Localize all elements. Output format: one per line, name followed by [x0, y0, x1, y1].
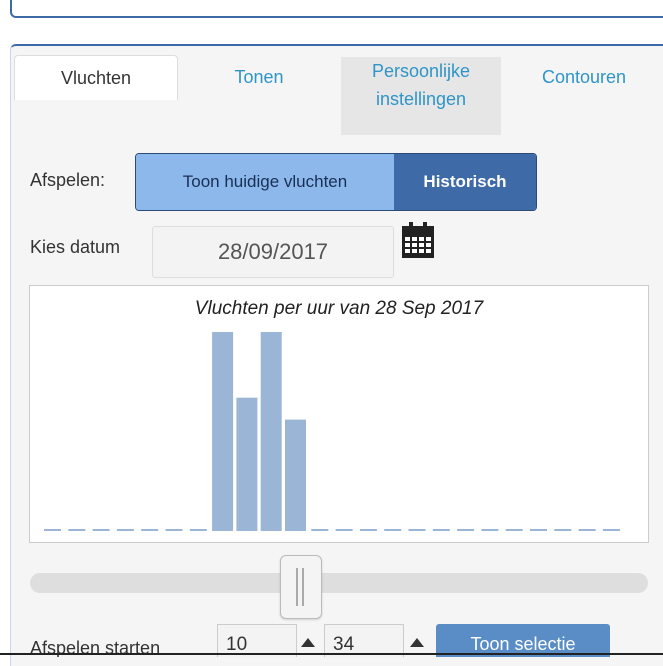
chart-bar-empty	[602, 529, 620, 531]
historic-button[interactable]: Historisch	[394, 154, 536, 210]
chart-bar-empty	[165, 529, 183, 531]
calendar-icon[interactable]	[401, 222, 435, 258]
tab-vluchten[interactable]: Vluchten	[14, 55, 178, 100]
chart-bar-empty	[578, 529, 596, 531]
current-flights-button[interactable]: Toon huidige vluchten	[136, 154, 394, 210]
time-slider-track[interactable]	[30, 573, 648, 593]
chart-bar-empty	[384, 529, 402, 531]
bottom-divider	[0, 653, 663, 655]
minute-up-icon[interactable]	[410, 638, 424, 647]
tab-tonen[interactable]: Tonen	[204, 63, 314, 91]
chart-bar-empty	[554, 529, 572, 531]
chart-bar	[236, 397, 258, 531]
chart-bar-empty	[189, 529, 207, 531]
tab-bar: Vluchten Tonen Persoonlijke instellingen…	[14, 55, 654, 135]
top-panel	[10, 0, 663, 18]
time-slider-handle[interactable]	[280, 555, 322, 619]
hour-up-icon[interactable]	[301, 638, 315, 647]
chart-bar-empty	[44, 529, 61, 531]
flights-chart: Vluchten per uur van 28 Sep 2017	[29, 285, 649, 543]
chart-bar-empty	[311, 529, 329, 531]
start-row: Afspelen starten 10 34 Toon selectie	[0, 620, 663, 657]
playback-label: Afspelen:	[30, 170, 106, 190]
chart-bar-empty	[432, 529, 450, 531]
chart-bar-empty	[505, 529, 523, 531]
chart-bar-empty	[116, 529, 134, 531]
chart-bar-empty	[408, 529, 426, 531]
playback-toggle: Toon huidige vluchten Historisch	[135, 153, 537, 211]
chart-bar-empty	[141, 529, 159, 531]
chart-bar-empty	[359, 529, 377, 531]
tab-contouren[interactable]: Contouren	[514, 63, 654, 91]
chart-bar	[212, 332, 234, 531]
chart-bar-empty	[457, 529, 475, 531]
chart-bar	[260, 332, 282, 531]
chart-bar-empty	[530, 529, 547, 531]
chart-bar-empty	[481, 529, 499, 531]
chart-bar-empty	[92, 529, 110, 531]
date-label: Kies datum	[30, 237, 121, 257]
date-input[interactable]: 28/09/2017	[152, 226, 394, 278]
chart-bar	[285, 419, 306, 531]
chart-plot	[44, 332, 620, 531]
chart-bar-empty	[68, 529, 86, 531]
chart-bar-empty	[335, 529, 353, 531]
tab-persoonlijke-instellingen[interactable]: Persoonlijke instellingen	[341, 57, 501, 135]
